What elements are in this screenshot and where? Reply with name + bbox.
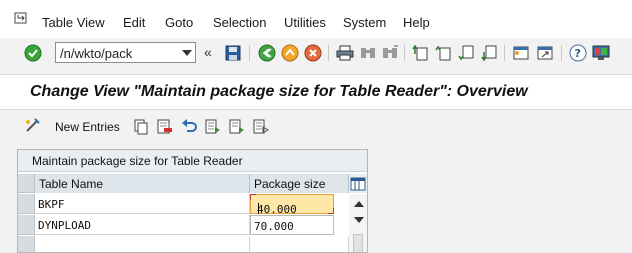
table-settings-icon[interactable] bbox=[349, 174, 367, 193]
table-title-bar: Maintain package size for Table Reader bbox=[18, 150, 367, 172]
deselect-all-icon[interactable] bbox=[251, 117, 271, 137]
first-page-icon[interactable] bbox=[410, 43, 430, 63]
column-header-table-name[interactable]: Table Name bbox=[35, 174, 250, 193]
page-title: Change View "Maintain package size for T… bbox=[30, 83, 528, 100]
menu-table-view[interactable]: Table View bbox=[42, 15, 105, 30]
scroll-up-icon[interactable] bbox=[354, 201, 364, 207]
table-name-cell bbox=[35, 236, 250, 252]
screen-title-bar: Change View "Maintain package size for T… bbox=[0, 74, 632, 110]
package-size-input[interactable]: 40.000 bbox=[250, 194, 334, 216]
standard-toolbar: /n/wkto/pack « ? bbox=[0, 38, 632, 68]
last-page-icon[interactable] bbox=[479, 43, 499, 63]
table-name-cell: DYNPLOAD bbox=[35, 215, 250, 235]
table-control: Maintain package size for Table Reader T… bbox=[17, 149, 368, 253]
copy-as-icon[interactable] bbox=[131, 117, 151, 137]
shortcut-icon[interactable] bbox=[535, 43, 555, 63]
customize-layout-icon[interactable] bbox=[591, 43, 611, 63]
find-icon[interactable] bbox=[358, 43, 378, 63]
menu-system[interactable]: System bbox=[343, 15, 386, 30]
new-entries-icon[interactable] bbox=[24, 118, 42, 134]
table-name-cell: BKPF bbox=[35, 194, 250, 214]
menu-selection[interactable]: Selection bbox=[213, 15, 266, 30]
print-icon[interactable] bbox=[335, 43, 355, 63]
scroll-down-icon[interactable] bbox=[354, 217, 364, 223]
select-all-rows[interactable] bbox=[18, 174, 35, 193]
row-selector[interactable] bbox=[18, 194, 35, 214]
back-icon[interactable] bbox=[257, 43, 277, 63]
package-size-input[interactable]: 70.000 bbox=[250, 215, 334, 235]
command-field[interactable]: /n/wkto/pack bbox=[55, 42, 196, 63]
enter-icon[interactable] bbox=[23, 43, 43, 63]
create-session-icon[interactable] bbox=[511, 43, 531, 63]
menu-goto[interactable]: Goto bbox=[165, 15, 193, 30]
select-all-icon[interactable] bbox=[203, 117, 223, 137]
chevron-down-icon[interactable] bbox=[182, 50, 192, 56]
save-icon[interactable] bbox=[223, 43, 243, 63]
previous-page-icon[interactable] bbox=[433, 43, 453, 63]
menu-edit[interactable]: Edit bbox=[123, 15, 145, 30]
row-selector[interactable] bbox=[18, 215, 35, 235]
command-field-value: /n/wkto/pack bbox=[60, 46, 133, 61]
next-page-icon[interactable] bbox=[456, 43, 476, 63]
scroll-thumb[interactable] bbox=[353, 234, 363, 252]
column-header-package-size[interactable]: Package size bbox=[250, 174, 349, 193]
package-size-cell bbox=[250, 236, 349, 252]
select-block-icon[interactable] bbox=[227, 117, 247, 137]
row-selector[interactable] bbox=[18, 236, 35, 252]
menu-utilities[interactable]: Utilities bbox=[284, 15, 326, 30]
cancel-icon[interactable] bbox=[303, 43, 323, 63]
menu-help[interactable]: Help bbox=[403, 15, 430, 30]
vertical-scrollbar[interactable] bbox=[349, 194, 367, 252]
menu-bar: Table View Edit Goto Selection Utilities… bbox=[0, 0, 632, 38]
collapse-chevron-icon[interactable]: « bbox=[204, 44, 212, 60]
application-toolbar: New Entries bbox=[0, 113, 632, 141]
menu-icon[interactable] bbox=[14, 12, 27, 24]
undo-change-icon[interactable] bbox=[179, 117, 199, 137]
new-entries-button[interactable]: New Entries bbox=[55, 120, 120, 134]
find-next-icon[interactable] bbox=[380, 43, 400, 63]
svg-text:?: ? bbox=[575, 47, 581, 60]
table-title: Maintain package size for Table Reader bbox=[32, 154, 243, 168]
exit-icon[interactable] bbox=[280, 43, 300, 63]
delete-icon[interactable] bbox=[155, 117, 175, 137]
help-icon[interactable]: ? bbox=[568, 43, 588, 63]
